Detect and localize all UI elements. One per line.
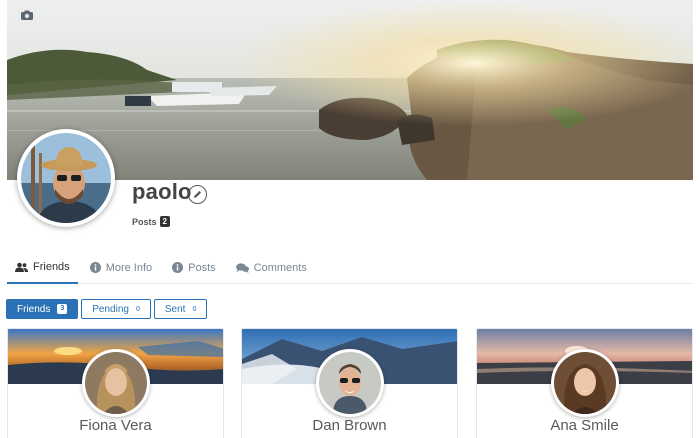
comments-icon [235, 262, 249, 273]
friend-card[interactable]: Ana Smile [476, 328, 693, 438]
filter-label: Friends [17, 303, 51, 315]
filter-friends-button[interactable]: Friends 3 [6, 299, 79, 319]
friend-card[interactable]: Fiona Vera [7, 328, 224, 438]
friend-avatar[interactable] [82, 349, 150, 417]
profile-posts-count: Posts 2 [132, 216, 170, 227]
tab-label: More Info [105, 261, 153, 274]
profile-cover-image [7, 0, 693, 180]
filter-count-badge: 0 [135, 305, 140, 313]
friend-card[interactable]: Dan Brown [241, 328, 458, 438]
filter-count-badge: 3 [57, 304, 68, 314]
posts-label: Posts [132, 216, 157, 227]
tab-label: Comments [253, 261, 307, 274]
camera-icon[interactable] [20, 8, 34, 22]
edit-pencil-icon[interactable] [188, 185, 207, 204]
profile-tabs: Friends More Info Posts Comments [7, 252, 693, 284]
filter-label: Pending [92, 303, 129, 315]
info-icon [89, 262, 101, 273]
friends-filter-group: Friends 3 Pending 0 Sent 0 [6, 299, 208, 319]
friend-name: Fiona Vera [79, 417, 152, 434]
users-icon [15, 262, 28, 272]
tab-comments[interactable]: Comments [228, 252, 315, 283]
tab-more-info[interactable]: More Info [82, 252, 160, 283]
tab-friends[interactable]: Friends [7, 252, 78, 284]
filter-label: Sent [164, 303, 186, 315]
filter-count-badge: 0 [192, 305, 197, 313]
profile-username: paolo [132, 179, 192, 204]
friend-avatar[interactable] [551, 349, 619, 417]
tab-label: Friends [33, 261, 70, 273]
filter-sent-button[interactable]: Sent 0 [153, 299, 208, 319]
tab-label: Posts [188, 261, 216, 274]
posts-count-badge: 2 [159, 216, 170, 227]
profile-avatar[interactable] [17, 129, 115, 227]
friend-name: Ana Smile [550, 417, 619, 434]
friend-name: Dan Brown [312, 417, 387, 434]
friend-avatar[interactable] [316, 349, 384, 417]
filter-pending-button[interactable]: Pending 0 [81, 299, 151, 319]
tab-posts[interactable]: Posts [164, 252, 224, 283]
info-icon [172, 262, 184, 273]
